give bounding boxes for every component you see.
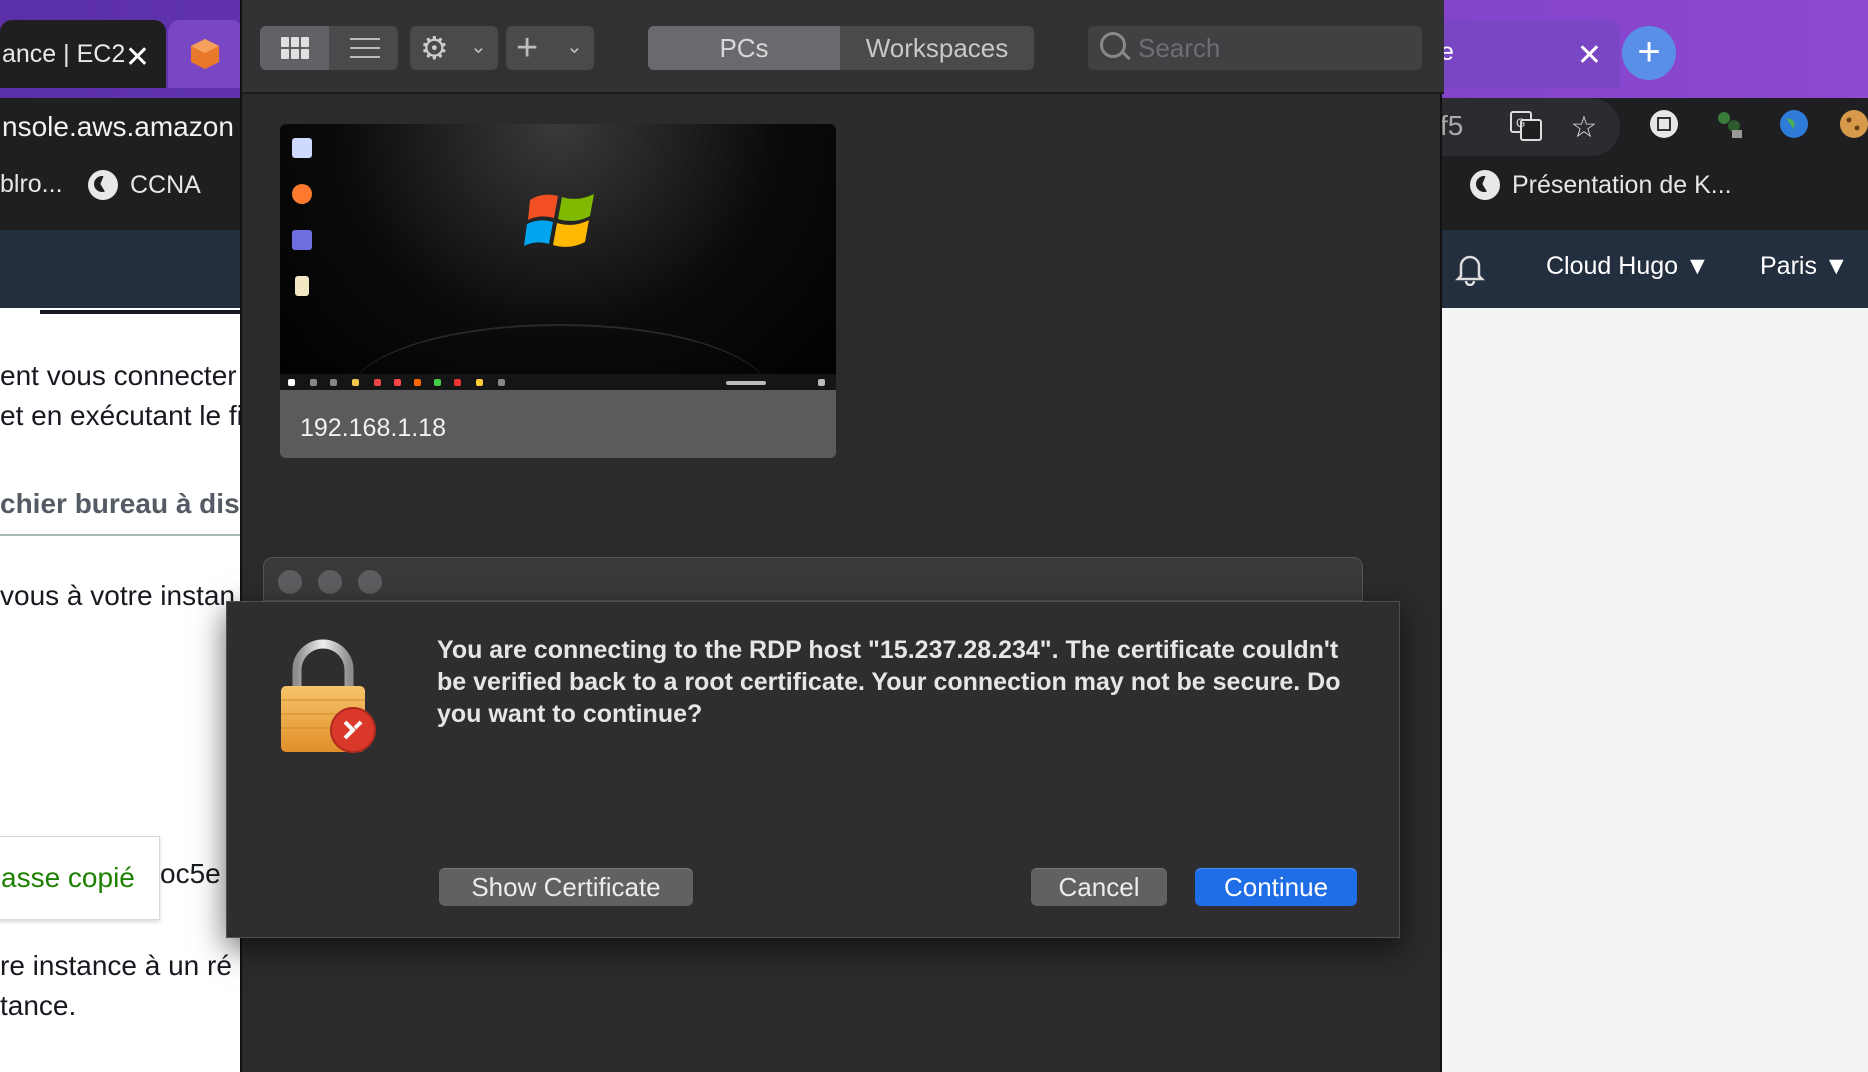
zoom-window-button[interactable] (358, 570, 382, 594)
tab-underline (40, 310, 240, 314)
pcs-workspaces-switch: PCs Workspaces (648, 26, 1034, 70)
app-icon (454, 379, 461, 386)
cancel-button[interactable]: Cancel (1031, 868, 1167, 906)
file-icon (295, 276, 309, 296)
address-bar[interactable]: nsole.aws.amazon (0, 98, 260, 156)
password-text: oc5e (160, 858, 221, 889)
tab-workspaces[interactable]: Workspaces (840, 26, 1034, 70)
extension-icon[interactable] (1644, 108, 1684, 148)
gear-icon: ⚙ (420, 30, 449, 66)
tab-pcs[interactable]: PCs (648, 26, 840, 70)
aws-box-icon (191, 39, 219, 69)
continue-button[interactable]: Continue (1195, 868, 1357, 906)
cookie-extension-icon[interactable] (1834, 108, 1868, 148)
list-view-icon[interactable] (350, 38, 380, 58)
address-tail: f5 (1440, 110, 1464, 141)
globe-icon (1470, 170, 1500, 200)
tab-title: ance | EC2 (2, 39, 126, 68)
brave-icon (394, 379, 401, 386)
search-field (1088, 26, 1422, 70)
bell-icon[interactable] (1452, 250, 1488, 287)
tab-other[interactable]: e ✕ (1440, 20, 1620, 88)
globe-extension-icon[interactable] (1774, 108, 1814, 148)
certificate-message: You are connecting to the RDP host "15.2… (437, 636, 1341, 728)
instruction-text: re instance à un ré (0, 950, 232, 981)
system-tray (726, 381, 766, 385)
security-lock-icon (281, 639, 376, 753)
close-icon[interactable]: ✕ (125, 40, 150, 75)
bookmark-item[interactable]: blro... (0, 170, 63, 199)
grid-view-button[interactable] (260, 26, 329, 70)
pc-tile[interactable]: 192.168.1.18 (280, 124, 836, 458)
svg-text:G: G (1516, 116, 1525, 130)
search-icon (1100, 32, 1126, 58)
search-input[interactable] (1138, 26, 1408, 70)
bookmark-star-icon[interactable]: ☆ (1564, 108, 1604, 148)
puzzle-extension-icon[interactable] (1710, 108, 1750, 148)
windows-taskbar (280, 374, 836, 390)
aws-page-content-right (1442, 308, 1868, 1072)
chevron-down-icon: ⌄ (566, 36, 583, 58)
windows-logo (524, 194, 594, 247)
translate-icon[interactable]: G (1506, 108, 1546, 148)
settings-menu-button[interactable]: ⚙ ⌄ (410, 26, 498, 70)
tab-aws-box[interactable] (168, 20, 243, 88)
bookmark-ccna[interactable]: CCNA (88, 170, 201, 200)
office-icon (374, 379, 381, 386)
bookmark-label: CCNA (130, 170, 201, 199)
search-icon (310, 379, 317, 386)
explorer-icon (352, 379, 359, 386)
instruction-text: tance. (0, 990, 77, 1021)
taskview-icon (330, 379, 337, 386)
certificate-warning-dialog: You are connecting to the RDP host "15.2… (226, 601, 1400, 938)
pc-thumbnail (280, 124, 836, 390)
chrome-icon (434, 379, 441, 386)
virtualbox-icon (292, 138, 312, 158)
app-icon (498, 379, 505, 386)
connection-window-titlebar (263, 557, 1363, 601)
divider (0, 534, 240, 536)
grid-icon (281, 37, 309, 59)
teams-icon (292, 230, 312, 250)
copied-toast: asse copié (0, 836, 160, 920)
bookmark-label: Présentation de K... (1512, 170, 1732, 199)
start-icon (288, 379, 295, 386)
pc-name: 192.168.1.18 (300, 414, 446, 442)
section-heading: chier bureau à dis (0, 488, 240, 519)
firefox-icon (414, 379, 421, 386)
add-menu-button[interactable]: + ⌄ (506, 26, 594, 70)
tab-ec2-instance[interactable]: ance | EC2 ✕ (0, 20, 166, 88)
instruction-text: ent vous connecter (0, 360, 237, 391)
plus-icon: + (516, 27, 539, 69)
chevron-down-icon: ⌄ (470, 36, 487, 58)
firefox-icon (292, 184, 312, 204)
notification-icon (818, 379, 825, 386)
bookmark-presentation[interactable]: Présentation de K... (1470, 170, 1732, 200)
close-window-button[interactable] (278, 570, 302, 594)
folder-icon (476, 379, 483, 386)
instruction-text: et en exécutant le fi (0, 400, 243, 431)
instruction-text: vous à votre instan (0, 580, 236, 611)
account-menu[interactable]: Cloud Hugo ▼ (1546, 252, 1710, 281)
view-mode-control (260, 26, 398, 70)
minimize-window-button[interactable] (318, 570, 342, 594)
region-menu[interactable]: Paris ▼ (1760, 252, 1849, 281)
new-tab-button[interactable]: + (1622, 26, 1676, 80)
show-certificate-button[interactable]: Show Certificate (439, 868, 693, 906)
bookmark-label: blro... (0, 170, 63, 198)
rd-toolbar: ⚙ ⌄ + ⌄ PCs Workspaces (242, 0, 1444, 94)
globe-icon (88, 170, 118, 200)
close-icon[interactable]: ✕ (1577, 38, 1602, 73)
